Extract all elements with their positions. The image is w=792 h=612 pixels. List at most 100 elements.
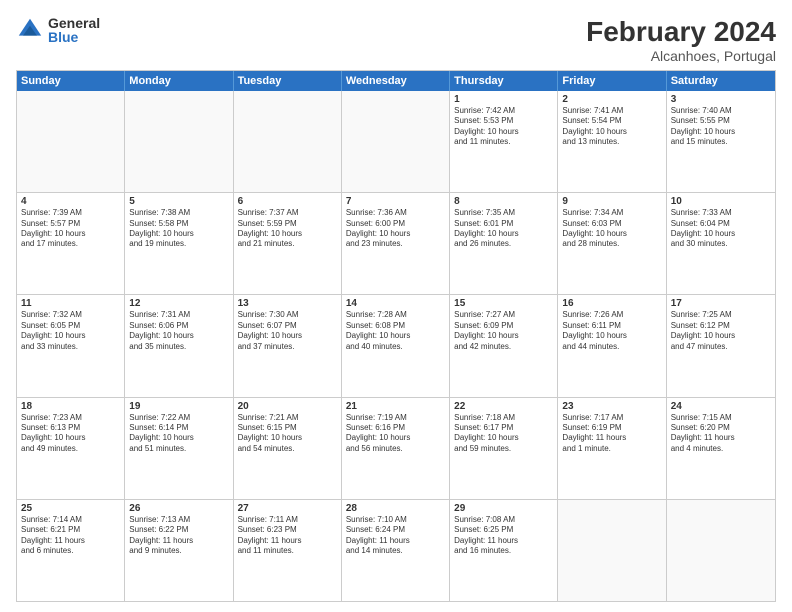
cell-text: Sunrise: 7:27 AM (454, 310, 553, 320)
cell-text: Sunrise: 7:18 AM (454, 413, 553, 423)
cell-text: Sunrise: 7:32 AM (21, 310, 120, 320)
day-number: 6 (238, 196, 337, 207)
cell-text: Daylight: 10 hours (454, 331, 553, 341)
main-title: February 2024 (586, 16, 776, 48)
cell-text: and 37 minutes. (238, 342, 337, 352)
cell-text: Daylight: 10 hours (671, 229, 771, 239)
cell-text: and 14 minutes. (346, 546, 445, 556)
cell-text: Sunset: 6:01 PM (454, 219, 553, 229)
calendar-cell (667, 500, 775, 601)
cell-text: Sunset: 6:12 PM (671, 321, 771, 331)
calendar-cell: 9Sunrise: 7:34 AMSunset: 6:03 PMDaylight… (558, 193, 666, 294)
calendar-cell: 1Sunrise: 7:42 AMSunset: 5:53 PMDaylight… (450, 91, 558, 192)
calendar-cell (125, 91, 233, 192)
calendar-cell (342, 91, 450, 192)
cell-text: Daylight: 10 hours (238, 229, 337, 239)
cell-text: Sunrise: 7:37 AM (238, 208, 337, 218)
cell-text: Sunrise: 7:15 AM (671, 413, 771, 423)
cell-text: Sunrise: 7:21 AM (238, 413, 337, 423)
cell-text: and 23 minutes. (346, 239, 445, 249)
calendar-cell: 11Sunrise: 7:32 AMSunset: 6:05 PMDayligh… (17, 295, 125, 396)
cell-text: Sunset: 6:16 PM (346, 423, 445, 433)
cell-text: Sunset: 5:53 PM (454, 116, 553, 126)
cell-text: and 6 minutes. (21, 546, 120, 556)
calendar-row: 25Sunrise: 7:14 AMSunset: 6:21 PMDayligh… (17, 499, 775, 601)
calendar-day-header: Wednesday (342, 71, 450, 91)
day-number: 2 (562, 94, 661, 105)
day-number: 26 (129, 503, 228, 514)
day-number: 5 (129, 196, 228, 207)
cell-text: and 35 minutes. (129, 342, 228, 352)
cell-text: Daylight: 11 hours (238, 536, 337, 546)
cell-text: and 26 minutes. (454, 239, 553, 249)
calendar-cell: 19Sunrise: 7:22 AMSunset: 6:14 PMDayligh… (125, 398, 233, 499)
cell-text: Daylight: 10 hours (129, 229, 228, 239)
cell-text: Daylight: 10 hours (238, 433, 337, 443)
calendar-cell: 27Sunrise: 7:11 AMSunset: 6:23 PMDayligh… (234, 500, 342, 601)
cell-text: Sunset: 6:15 PM (238, 423, 337, 433)
calendar-cell: 16Sunrise: 7:26 AMSunset: 6:11 PMDayligh… (558, 295, 666, 396)
day-number: 14 (346, 298, 445, 309)
day-number: 27 (238, 503, 337, 514)
cell-text: and 54 minutes. (238, 444, 337, 454)
cell-text: Daylight: 10 hours (346, 433, 445, 443)
calendar-body: 1Sunrise: 7:42 AMSunset: 5:53 PMDaylight… (17, 91, 775, 601)
cell-text: and 11 minutes. (454, 137, 553, 147)
cell-text: Daylight: 10 hours (346, 229, 445, 239)
cell-text: and 17 minutes. (21, 239, 120, 249)
calendar-cell: 17Sunrise: 7:25 AMSunset: 6:12 PMDayligh… (667, 295, 775, 396)
cell-text: Sunset: 5:58 PM (129, 219, 228, 229)
calendar-day-header: Friday (558, 71, 666, 91)
cell-text: and 59 minutes. (454, 444, 553, 454)
calendar-cell (17, 91, 125, 192)
cell-text: and 9 minutes. (129, 546, 228, 556)
cell-text: and 1 minute. (562, 444, 661, 454)
calendar-day-header: Thursday (450, 71, 558, 91)
cell-text: Sunrise: 7:11 AM (238, 515, 337, 525)
calendar-cell: 23Sunrise: 7:17 AMSunset: 6:19 PMDayligh… (558, 398, 666, 499)
calendar-day-header: Saturday (667, 71, 775, 91)
calendar-cell: 24Sunrise: 7:15 AMSunset: 6:20 PMDayligh… (667, 398, 775, 499)
day-number: 9 (562, 196, 661, 207)
cell-text: Sunset: 6:22 PM (129, 525, 228, 535)
cell-text: Sunrise: 7:17 AM (562, 413, 661, 423)
calendar-cell: 25Sunrise: 7:14 AMSunset: 6:21 PMDayligh… (17, 500, 125, 601)
calendar-cell: 4Sunrise: 7:39 AMSunset: 5:57 PMDaylight… (17, 193, 125, 294)
cell-text: and 4 minutes. (671, 444, 771, 454)
cell-text: Sunrise: 7:14 AM (21, 515, 120, 525)
cell-text: Daylight: 10 hours (562, 331, 661, 341)
calendar-cell: 13Sunrise: 7:30 AMSunset: 6:07 PMDayligh… (234, 295, 342, 396)
cell-text: Daylight: 10 hours (21, 433, 120, 443)
cell-text: Daylight: 10 hours (129, 331, 228, 341)
day-number: 21 (346, 401, 445, 412)
cell-text: and 15 minutes. (671, 137, 771, 147)
cell-text: Sunrise: 7:39 AM (21, 208, 120, 218)
calendar-header: SundayMondayTuesdayWednesdayThursdayFrid… (17, 71, 775, 91)
calendar-cell: 26Sunrise: 7:13 AMSunset: 6:22 PMDayligh… (125, 500, 233, 601)
cell-text: Sunrise: 7:31 AM (129, 310, 228, 320)
cell-text: Sunset: 6:23 PM (238, 525, 337, 535)
cell-text: and 28 minutes. (562, 239, 661, 249)
calendar-day-header: Tuesday (234, 71, 342, 91)
calendar-cell: 20Sunrise: 7:21 AMSunset: 6:15 PMDayligh… (234, 398, 342, 499)
calendar-cell: 14Sunrise: 7:28 AMSunset: 6:08 PMDayligh… (342, 295, 450, 396)
cell-text: Daylight: 10 hours (454, 127, 553, 137)
cell-text: Sunrise: 7:40 AM (671, 106, 771, 116)
cell-text: and 47 minutes. (671, 342, 771, 352)
day-number: 29 (454, 503, 553, 514)
cell-text: Sunset: 5:59 PM (238, 219, 337, 229)
calendar-cell: 15Sunrise: 7:27 AMSunset: 6:09 PMDayligh… (450, 295, 558, 396)
cell-text: Sunset: 6:13 PM (21, 423, 120, 433)
cell-text: Sunset: 6:17 PM (454, 423, 553, 433)
cell-text: Daylight: 10 hours (562, 229, 661, 239)
cell-text: Sunset: 6:25 PM (454, 525, 553, 535)
cell-text: Daylight: 10 hours (346, 331, 445, 341)
cell-text: Sunrise: 7:23 AM (21, 413, 120, 423)
cell-text: Daylight: 10 hours (671, 331, 771, 341)
cell-text: Sunrise: 7:41 AM (562, 106, 661, 116)
cell-text: and 42 minutes. (454, 342, 553, 352)
cell-text: Sunset: 5:57 PM (21, 219, 120, 229)
calendar-cell: 28Sunrise: 7:10 AMSunset: 6:24 PMDayligh… (342, 500, 450, 601)
cell-text: Daylight: 11 hours (21, 536, 120, 546)
cell-text: Sunset: 6:14 PM (129, 423, 228, 433)
